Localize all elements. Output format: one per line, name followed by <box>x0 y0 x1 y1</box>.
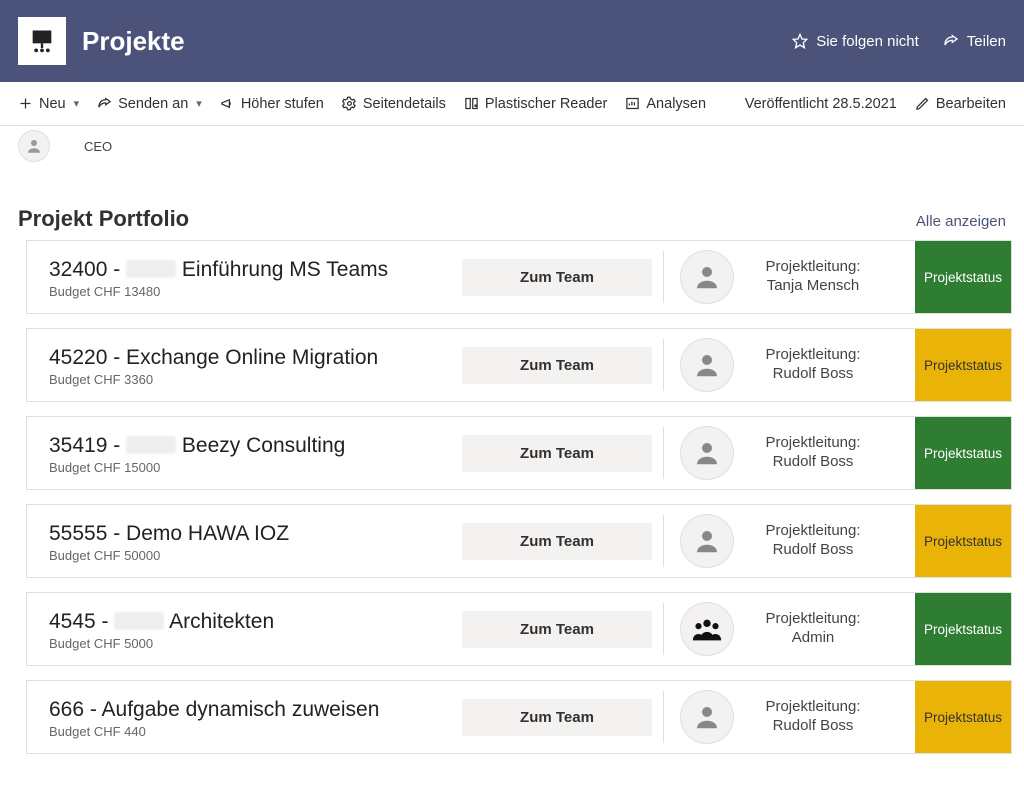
project-card: 666 - Aufgabe dynamisch zuweisen Budget C… <box>26 680 1012 754</box>
status-badge[interactable]: Projektstatus <box>915 681 1011 753</box>
status-badge[interactable]: Projektstatus <box>915 329 1011 401</box>
chevron-down-icon: ▾ <box>196 97 202 110</box>
promote-label: Höher stufen <box>241 96 324 112</box>
share-button[interactable]: Teilen <box>943 33 1006 50</box>
see-all-link[interactable]: Alle anzeigen <box>916 213 1006 230</box>
edit-label: Bearbeiten <box>936 96 1006 112</box>
lead-text: Projektleitung:Rudolf Boss <box>748 698 878 736</box>
reader-icon <box>464 96 479 111</box>
send-icon <box>97 96 112 111</box>
project-title[interactable]: 55555 - Demo HAWA IOZ <box>49 522 443 546</box>
lead-avatar <box>680 690 734 744</box>
author-row: CEO <box>0 126 1024 172</box>
author-avatar <box>18 130 50 162</box>
command-bar: Neu ▾ Senden an ▾ Höher stufen Seitendet… <box>0 82 1024 126</box>
section-header: Projekt Portfolio Alle anzeigen <box>0 172 1024 240</box>
status-badge[interactable]: Projektstatus <box>915 593 1011 665</box>
project-card: 35419 - Beezy Consulting Budget CHF 15000… <box>26 416 1012 490</box>
page-details-label: Seitendetails <box>363 96 446 112</box>
follow-label: Sie folgen nicht <box>816 33 919 50</box>
published-date: Veröffentlicht 28.5.2021 <box>745 96 897 112</box>
team-button[interactable]: Zum Team <box>462 699 652 736</box>
send-to-button[interactable]: Senden an ▾ <box>97 96 202 112</box>
lead-text: Projektleitung:Tanja Mensch <box>748 258 878 296</box>
team-button[interactable]: Zum Team <box>462 347 652 384</box>
lead-text: Projektleitung:Rudolf Boss <box>748 522 878 560</box>
page-title: Projekte <box>82 26 185 57</box>
analytics-icon <box>625 96 640 111</box>
lead-avatar <box>680 250 734 304</box>
page-details-button[interactable]: Seitendetails <box>342 96 446 112</box>
analytics-label: Analysen <box>646 96 706 112</box>
divider <box>663 603 664 655</box>
person-icon <box>25 137 43 155</box>
plus-icon <box>18 96 33 111</box>
divider <box>663 251 664 303</box>
redacted-text <box>114 612 164 630</box>
team-button[interactable]: Zum Team <box>462 435 652 472</box>
project-budget: Budget CHF 5000 <box>49 636 443 651</box>
status-badge[interactable]: Projektstatus <box>915 241 1011 313</box>
status-badge[interactable]: Projektstatus <box>915 505 1011 577</box>
analytics-button[interactable]: Analysen <box>625 96 706 112</box>
pencil-icon <box>915 96 930 111</box>
star-icon <box>792 33 808 49</box>
project-budget: Budget CHF 3360 <box>49 372 443 387</box>
team-button[interactable]: Zum Team <box>462 523 652 560</box>
project-budget: Budget CHF 440 <box>49 724 443 739</box>
project-card: 32400 - Einführung MS Teams Budget CHF 13… <box>26 240 1012 314</box>
divider <box>663 339 664 391</box>
project-title[interactable]: 45220 - Exchange Online Migration <box>49 346 443 370</box>
share-label: Teilen <box>967 33 1006 50</box>
project-list: 32400 - Einführung MS Teams Budget CHF 13… <box>0 240 1024 794</box>
divider <box>663 691 664 743</box>
appbar: Projekte Sie folgen nicht Teilen <box>0 0 1024 82</box>
divider <box>663 427 664 479</box>
project-budget: Budget CHF 15000 <box>49 460 443 475</box>
immersive-reader-label: Plastischer Reader <box>485 96 608 112</box>
project-budget: Budget CHF 50000 <box>49 548 443 563</box>
promote-button[interactable]: Höher stufen <box>220 96 324 112</box>
status-badge[interactable]: Projektstatus <box>915 417 1011 489</box>
project-card: 55555 - Demo HAWA IOZ Budget CHF 50000 Zum… <box>26 504 1012 578</box>
project-title[interactable]: 32400 - Einführung MS Teams <box>49 258 443 282</box>
lead-text: Projektleitung:Rudolf Boss <box>748 434 878 472</box>
megaphone-icon <box>220 96 235 111</box>
chevron-down-icon: ▾ <box>74 97 80 110</box>
follow-button[interactable]: Sie folgen nicht <box>792 33 919 50</box>
team-button[interactable]: Zum Team <box>462 259 652 296</box>
project-card: 45220 - Exchange Online Migration Budget … <box>26 328 1012 402</box>
project-title[interactable]: 35419 - Beezy Consulting <box>49 434 443 458</box>
project-title[interactable]: 666 - Aufgabe dynamisch zuweisen <box>49 698 443 722</box>
lead-avatar <box>680 602 734 656</box>
redacted-text <box>126 260 176 278</box>
project-card: 4545 - Architekten Budget CHF 5000 Zum Tea… <box>26 592 1012 666</box>
site-logo <box>18 17 66 65</box>
project-title[interactable]: 4545 - Architekten <box>49 610 443 634</box>
team-button[interactable]: Zum Team <box>462 611 652 648</box>
lead-avatar <box>680 338 734 392</box>
edit-button[interactable]: Bearbeiten <box>915 96 1006 112</box>
gear-icon <box>342 96 357 111</box>
send-to-label: Senden an <box>118 96 188 112</box>
immersive-reader-button[interactable]: Plastischer Reader <box>464 96 608 112</box>
lead-text: Projektleitung:Admin <box>748 610 878 648</box>
divider <box>663 515 664 567</box>
lead-avatar <box>680 514 734 568</box>
redacted-text <box>126 436 176 454</box>
lead-text: Projektleitung:Rudolf Boss <box>748 346 878 384</box>
projector-icon <box>28 27 56 55</box>
lead-avatar <box>680 426 734 480</box>
author-role: CEO <box>84 139 112 154</box>
share-icon <box>943 33 959 49</box>
new-label: Neu <box>39 96 66 112</box>
project-budget: Budget CHF 13480 <box>49 284 443 299</box>
new-button[interactable]: Neu ▾ <box>18 96 79 112</box>
section-title: Projekt Portfolio <box>18 206 189 232</box>
